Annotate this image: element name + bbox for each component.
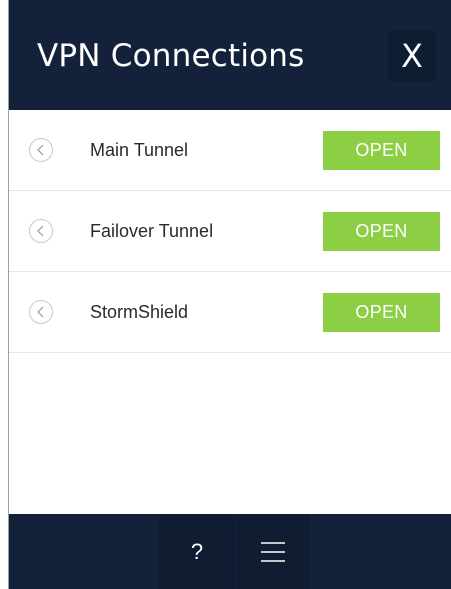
connection-row-main-tunnel: Main Tunnel OPEN (9, 110, 451, 191)
hamburger-menu-icon (261, 541, 285, 562)
vpn-panel: VPN Connections X Main Tunnel OPEN Failo… (9, 0, 451, 589)
panel-header: VPN Connections X (9, 0, 451, 110)
menu-button[interactable] (236, 514, 310, 589)
connection-row-stormshield: StormShield OPEN (9, 272, 451, 353)
connection-list: Main Tunnel OPEN Failover Tunnel OPEN St… (9, 110, 451, 353)
connection-name: Main Tunnel (90, 140, 189, 160)
open-button[interactable]: OPEN (323, 212, 440, 251)
help-icon: ? (190, 538, 204, 564)
chevron-left-icon[interactable] (29, 138, 53, 162)
close-icon: X (401, 37, 423, 75)
chevron-left-icon[interactable] (29, 219, 53, 243)
chevron-left-icon[interactable] (29, 300, 53, 324)
open-button[interactable]: OPEN (323, 131, 440, 170)
connection-name: Failover Tunnel (90, 221, 214, 241)
page-title: VPN Connections (37, 38, 305, 74)
connection-name: StormShield (90, 302, 189, 322)
close-button[interactable]: X (388, 30, 436, 82)
panel-footer: ? (9, 514, 451, 589)
window-left-edge (0, 0, 9, 589)
connection-row-failover-tunnel: Failover Tunnel OPEN (9, 191, 451, 272)
vpn-window: VPN Connections X Main Tunnel OPEN Failo… (0, 0, 451, 589)
help-button[interactable]: ? (159, 514, 235, 589)
open-button[interactable]: OPEN (323, 293, 440, 332)
